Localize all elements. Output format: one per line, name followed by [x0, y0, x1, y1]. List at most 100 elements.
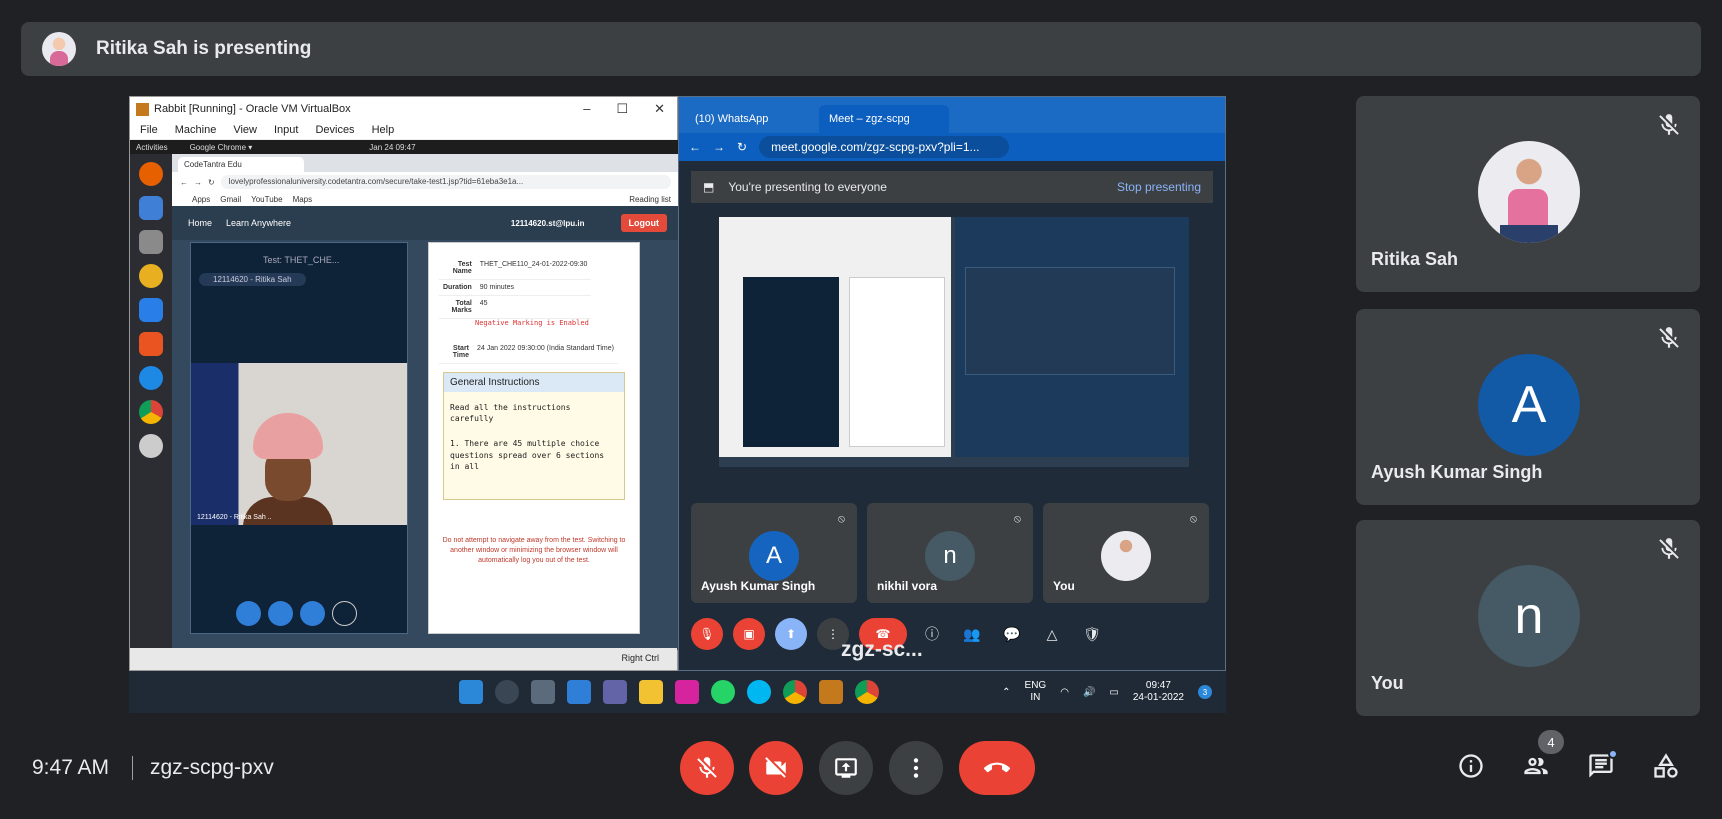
app-label: Google Chrome ▾ [189, 142, 253, 152]
volume-icon: 🔊 [1082, 686, 1096, 698]
row-value: 90 minutes [475, 279, 592, 296]
row-key: Total Marks [439, 295, 476, 319]
taskbar-time: 09:47 [1145, 679, 1171, 691]
mini-meeting-code: zgz-sc... [841, 638, 923, 661]
meet-mini-tiles: ⦸ A Ayush Kumar Singh ⦸ n nikhil vora ⦸ … [691, 503, 1209, 603]
mic-off-icon [1659, 538, 1679, 559]
bookmark-apps: Apps [192, 194, 211, 204]
chrome-profile-icon [855, 680, 879, 704]
ubuntu-desktop: Activities Google Chrome ▾ Jan 24 09:47 … [130, 140, 679, 650]
files-icon [139, 230, 163, 254]
people-button[interactable] [1520, 750, 1552, 782]
disc-icon [139, 434, 163, 458]
name-pill: 12114620 - Ritika Sah [199, 273, 306, 286]
camera-toggle-button[interactable] [749, 741, 803, 795]
logout-button: Logout [620, 214, 667, 232]
test-info-panel: Test Name THET_CHE110_24-01-2022-09:30 Du… [428, 242, 640, 634]
mic-off-icon: 🎙 [691, 618, 723, 650]
back-icon: ← [180, 177, 188, 187]
taskview-icon [531, 680, 555, 704]
camera-feed: 12114620 - Ritika Sah .. [191, 363, 407, 525]
meet-tab: Meet – zgz-scpg [819, 105, 949, 133]
more-options-button[interactable] [889, 741, 943, 795]
chrome-icon [783, 680, 807, 704]
recursive-screen [719, 217, 1189, 467]
reading-list: Reading list [629, 194, 671, 204]
chrome-tab: CodeTantra Edu [178, 157, 304, 172]
presenting-bar: ⬒ You're presenting to everyone Stop pre… [691, 171, 1213, 203]
back-icon: ← [689, 140, 701, 154]
proctor-camera-panel: Test: THET_CHE... 12114620 - Ritika Sah … [190, 242, 408, 634]
lang-primary: ENG [1024, 679, 1047, 691]
firefox-icon [139, 162, 163, 186]
vbox-title: Rabbit [Running] - Oracle VM VirtualBox [154, 103, 351, 115]
ubuntu-dock [130, 154, 172, 650]
people-icon [1524, 757, 1548, 775]
codetantra-nav: Home Learn Anywhere 12114620.st@lpu.in L… [172, 206, 679, 240]
info-icon [1459, 754, 1483, 778]
participant-name: You [1371, 673, 1404, 693]
codetantra-body: Test: THET_CHE... 12114620 - Ritika Sah … [172, 240, 679, 650]
help-icon [139, 366, 163, 390]
leave-call-button[interactable] [959, 741, 1035, 795]
instructions-header: General Instructions [444, 373, 624, 392]
activities-icon: △ [1046, 625, 1058, 642]
chevron-up-icon: ⌃ [1002, 686, 1011, 698]
present-icon: ⬒ [703, 180, 715, 194]
bookmark-gmail: Gmail [220, 194, 242, 204]
bookmark-youtube: YouTube [251, 194, 283, 204]
mini-tile: ⦸ A Ayush Kumar Singh [691, 503, 857, 603]
bookmark-maps: Maps [292, 194, 313, 204]
start-time-table: Start Time 24 Jan 2022 09:30:00 (India St… [439, 341, 618, 364]
present-button[interactable] [819, 741, 873, 795]
whatsapp-tab: (10) WhatsApp [695, 113, 769, 125]
present-icon: ⬆ [775, 618, 807, 650]
camera-off-icon [765, 757, 786, 778]
mini-avatar: n [925, 531, 975, 581]
participant-tile[interactable]: A Ayush Kumar Singh [1356, 309, 1700, 505]
participant-photo [1478, 141, 1580, 243]
notification-badge: 3 [1198, 685, 1212, 699]
taskbar-clock: 09:47 24-01-2022 [1133, 680, 1184, 705]
meet-browser-window: (10) WhatsApp Meet – zgz-scpg ← → ↻ meet… [678, 96, 1226, 671]
participant-avatar: A [1478, 354, 1580, 456]
mini-name: nikhil vora [877, 579, 938, 593]
vbox-app-icon [136, 102, 149, 116]
teams-icon [603, 680, 627, 704]
video-icon [300, 601, 325, 626]
vbox-menubar: File Machine View Input Devices Help [130, 121, 677, 139]
divider [132, 756, 133, 780]
window-controls: – ☐ ✕ [583, 101, 665, 116]
meeting-info-button[interactable] [1455, 750, 1487, 782]
mic-toggle-button[interactable] [680, 741, 734, 795]
participant-tile[interactable]: Ritika Sah [1356, 96, 1700, 292]
music-icon [139, 264, 163, 288]
more-vert-icon [913, 758, 919, 778]
nested-meet [955, 217, 1189, 457]
activities-icon [1654, 753, 1678, 778]
participant-tile[interactable]: n You [1356, 520, 1700, 716]
row-key: Start Time [439, 341, 473, 364]
system-tray: ⌃ ENG IN ◠ 🔊 ▭ 09:47 24-01-2022 3 [1002, 680, 1212, 705]
virtualbox-icon [819, 680, 843, 704]
mic-off-icon: ⦸ [1189, 513, 1197, 525]
menu-input: Input [273, 124, 299, 136]
virtualbox-window: Rabbit [Running] - Oracle VM VirtualBox … [129, 96, 679, 671]
forward-icon: → [194, 177, 202, 187]
mail-icon [139, 196, 163, 220]
vbox-titlebar: Rabbit [Running] - Oracle VM VirtualBox … [130, 97, 677, 121]
nav-home: Home [188, 218, 213, 228]
stop-presenting: Stop presenting [1116, 180, 1201, 194]
people-count-badge: 4 [1538, 730, 1564, 754]
participant-avatar: n [1478, 565, 1580, 667]
taskbar-apps [459, 680, 879, 704]
mic-off-icon: ⦸ [1013, 513, 1021, 525]
presenting-text: Ritika Sah is presenting [96, 38, 312, 59]
row-value: THET_CHE110_24-01-2022-09:30 [475, 257, 592, 280]
general-instructions: General Instructions Read all the instru… [443, 372, 625, 500]
meeting-code: zgz-scpg-pxv [150, 756, 274, 779]
ubuntu-topbar: Activities Google Chrome ▾ Jan 24 09:47 [130, 140, 679, 154]
activities-button[interactable] [1650, 750, 1682, 782]
meet-url: meet.google.com/zgz-scpg-pxv?pli=1... [759, 136, 1010, 158]
presenting-banner: Ritika Sah is presenting [21, 22, 1701, 76]
